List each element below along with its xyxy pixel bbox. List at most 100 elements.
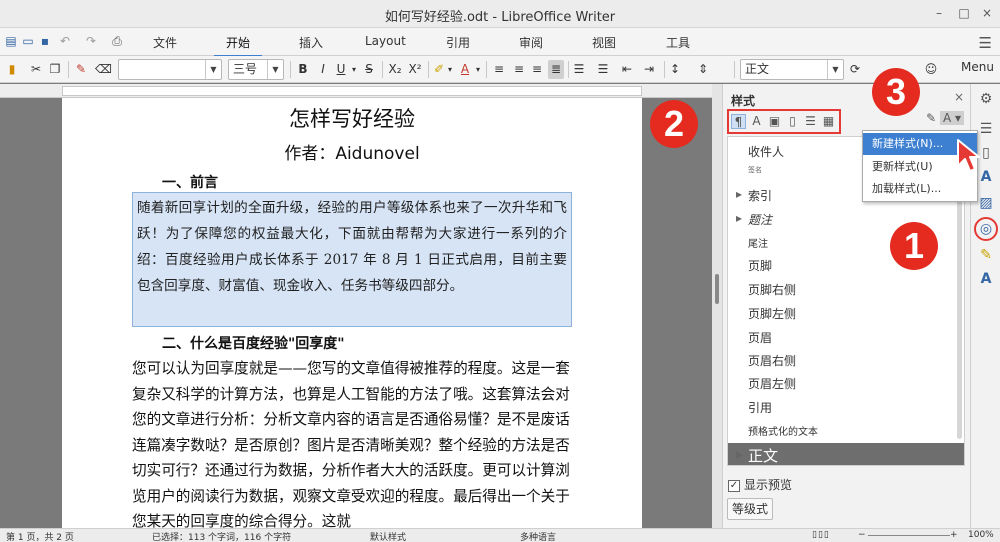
- bold-button[interactable]: B: [296, 60, 310, 79]
- strikethrough-button[interactable]: S: [362, 60, 376, 79]
- page-styles-icon[interactable]: ▯: [785, 114, 800, 129]
- numbered-list-icon[interactable]: ☰: [596, 60, 610, 79]
- list-item[interactable]: 尾注: [748, 235, 768, 250]
- zoom-slider[interactable]: [868, 535, 950, 536]
- properties-icon[interactable]: ☰: [977, 120, 995, 138]
- menu-button[interactable]: Menu: [961, 60, 994, 74]
- list-item[interactable]: 页脚左侧: [748, 305, 796, 322]
- paste-icon[interactable]: ▮: [4, 60, 20, 79]
- gear-icon[interactable]: ⚙: [977, 90, 995, 108]
- list-item[interactable]: 题注: [736, 211, 772, 228]
- gallery-icon[interactable]: ▨: [977, 194, 995, 212]
- fill-format-icon[interactable]: ✎: [926, 111, 936, 125]
- save-icon[interactable]: ▪: [38, 34, 52, 48]
- underline-dropdown-icon[interactable]: ▾: [350, 60, 358, 79]
- maximize-button[interactable]: □: [955, 5, 973, 23]
- chevron-down-icon[interactable]: ▼: [267, 60, 283, 79]
- document-author[interactable]: 作者：Aidunovel: [62, 139, 642, 164]
- list-item[interactable]: 引用: [748, 399, 772, 416]
- update-style-icon[interactable]: ⟳: [848, 60, 862, 79]
- new-document-icon[interactable]: ▤: [4, 34, 18, 48]
- font-name-combo[interactable]: ▼: [118, 59, 222, 80]
- paragraph-styles-icon[interactable]: ¶: [731, 114, 746, 129]
- table-styles-icon[interactable]: ▦: [821, 114, 836, 129]
- decrease-indent-icon[interactable]: ⇤: [620, 60, 634, 79]
- subscript-button[interactable]: X₂: [386, 60, 404, 79]
- page-count-status[interactable]: 第 1 页，共 2 页: [6, 530, 74, 542]
- zoom-level[interactable]: 100%: [968, 530, 994, 540]
- tab-tools[interactable]: 工具: [666, 34, 690, 51]
- list-item[interactable]: 预格式化的文本: [748, 423, 818, 438]
- checkbox-check-icon[interactable]: ✓: [728, 479, 740, 492]
- hamburger-menu-icon[interactable]: ☰: [979, 34, 992, 52]
- chevron-down-icon[interactable]: ▼: [205, 60, 221, 79]
- bullet-list-icon[interactable]: ☰: [572, 60, 586, 79]
- list-item[interactable]: 收件人: [748, 143, 784, 160]
- undo-icon[interactable]: ↶: [58, 34, 72, 48]
- zoom-in-icon[interactable]: +: [950, 530, 958, 540]
- italic-button[interactable]: I: [316, 60, 330, 79]
- paragraph-spacing-icon[interactable]: ⇕: [696, 60, 710, 79]
- open-folder-icon[interactable]: ▭: [21, 34, 35, 48]
- list-styles-icon[interactable]: ☰: [803, 114, 818, 129]
- manage-changes-icon[interactable]: ✎: [977, 246, 995, 264]
- list-item[interactable]: 页脚右侧: [748, 281, 796, 298]
- font-color-dropdown-icon[interactable]: ▾: [474, 60, 482, 79]
- tab-references[interactable]: 引用: [446, 34, 470, 51]
- document-page[interactable]: 怎样写好经验 作者：Aidunovel 一、前言 随着新回享计划的全面升级，经验…: [62, 98, 642, 528]
- character-styles-icon[interactable]: A: [749, 114, 764, 129]
- close-icon[interactable]: ×: [954, 90, 964, 104]
- superscript-button[interactable]: X²: [406, 60, 424, 79]
- cut-icon[interactable]: ✂: [29, 60, 43, 79]
- list-item[interactable]: 正文: [736, 445, 778, 465]
- list-item[interactable]: 页眉: [748, 329, 772, 346]
- load-style-menu-item[interactable]: 加载样式(L)...: [863, 178, 977, 200]
- list-item[interactable]: 索引: [736, 187, 772, 204]
- tab-insert[interactable]: 插入: [299, 34, 323, 51]
- navigator-icon[interactable]: ◎: [974, 217, 998, 241]
- hierarchical-dropdown[interactable]: 等级式: [727, 498, 773, 520]
- view-layout-icons[interactable]: ▯▯▯: [812, 530, 852, 540]
- user-icon[interactable]: ☺: [924, 60, 938, 79]
- list-item[interactable]: 页脚: [748, 257, 772, 274]
- selected-style-row[interactable]: 正文: [728, 443, 964, 465]
- design-icon[interactable]: A: [977, 270, 995, 288]
- style-actions-icon[interactable]: A ▾: [939, 111, 964, 125]
- line-spacing-icon[interactable]: ↕: [668, 60, 682, 79]
- selected-paragraph[interactable]: 随着新回享计划的全面升级，经验的用户等级体系也来了一次升华和飞跃！为了保障您的权…: [132, 192, 572, 327]
- list-item[interactable]: 签名: [748, 165, 762, 175]
- list-item[interactable]: 页眉左侧: [748, 375, 796, 392]
- language-status[interactable]: 多种语言: [520, 530, 556, 542]
- align-left-icon[interactable]: ≡: [492, 60, 506, 79]
- heading-preface[interactable]: 一、前言: [162, 172, 218, 192]
- tab-home[interactable]: 开始: [213, 34, 263, 58]
- paragraph-style-combo[interactable]: 正文 ▼: [740, 59, 844, 80]
- tab-review[interactable]: 审阅: [519, 34, 543, 51]
- document-title[interactable]: 怎样写好经验: [62, 103, 642, 133]
- page-style-status[interactable]: 默认样式: [370, 530, 406, 542]
- tab-layout[interactable]: Layout: [365, 34, 406, 48]
- increase-indent-icon[interactable]: ⇥: [642, 60, 656, 79]
- heading-what-is[interactable]: 二、什么是百度经验"回享度": [162, 333, 345, 353]
- tab-view[interactable]: 视图: [592, 34, 616, 51]
- highlight-icon[interactable]: ✐: [432, 60, 446, 79]
- clear-formatting-icon[interactable]: ⌫: [95, 60, 112, 79]
- underline-button[interactable]: U: [334, 60, 348, 79]
- zoom-out-icon[interactable]: −: [858, 530, 866, 540]
- align-right-icon[interactable]: ≡: [530, 60, 544, 79]
- splitter-grip[interactable]: [715, 274, 719, 304]
- align-center-icon[interactable]: ≡: [512, 60, 526, 79]
- list-item[interactable]: 页眉右侧: [748, 352, 796, 369]
- sidebar-splitter[interactable]: [712, 84, 722, 528]
- print-icon[interactable]: ⎙: [110, 34, 124, 48]
- font-color-button[interactable]: A: [458, 60, 472, 79]
- close-window-button[interactable]: ×: [978, 5, 996, 23]
- tab-file[interactable]: 文件: [153, 34, 177, 51]
- frame-styles-icon[interactable]: ▣: [767, 114, 782, 129]
- body-paragraph[interactable]: 您可以认为回享度就是——您写的文章值得被推荐的程度。这是一套复杂又科学的计算方法…: [132, 356, 582, 528]
- show-preview-checkbox[interactable]: ✓ 显示预览: [728, 476, 792, 493]
- redo-icon[interactable]: ↷: [84, 34, 98, 48]
- highlight-dropdown-icon[interactable]: ▾: [446, 60, 454, 79]
- minimize-button[interactable]: –: [930, 5, 948, 23]
- clone-formatting-icon[interactable]: ✎: [74, 60, 88, 79]
